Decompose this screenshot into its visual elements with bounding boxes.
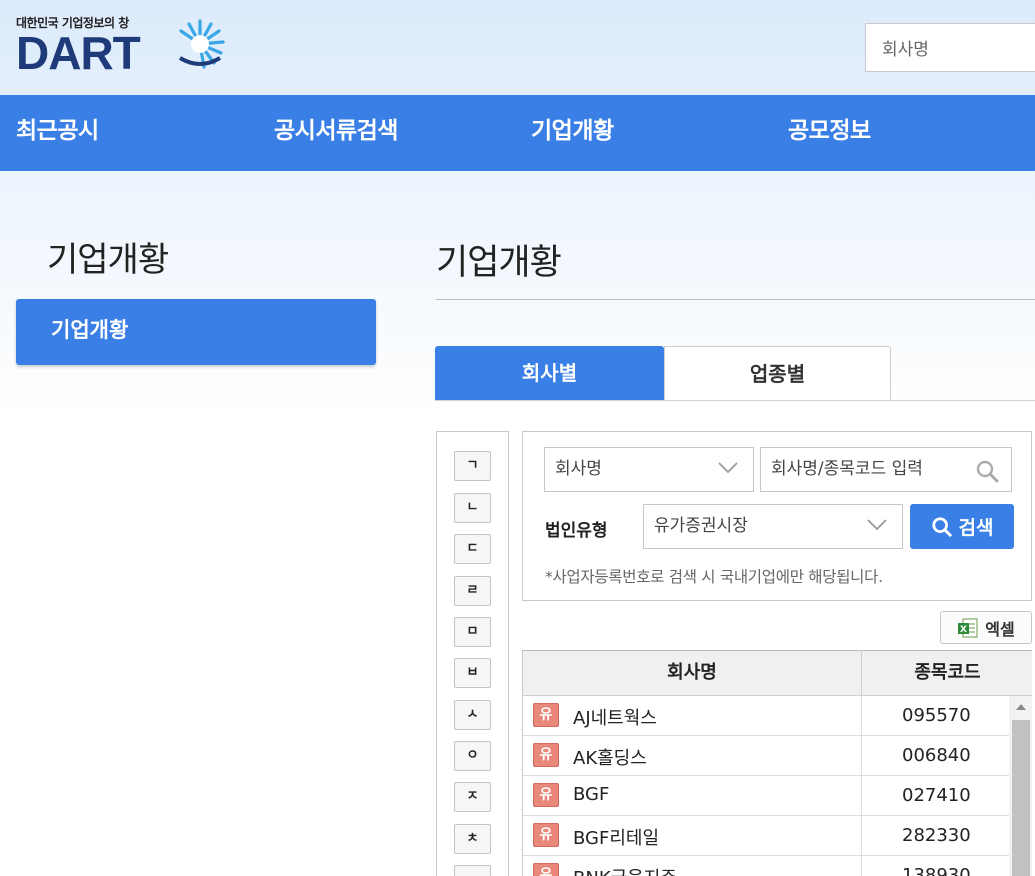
search-panel: 회사명 회사명/종목코드 입력 법인유형 유가증권시장 검색 *사업자등록번호로… — [522, 431, 1032, 601]
consonant-button[interactable]: ㅊ — [454, 824, 491, 854]
tab-by-company[interactable]: 회사별 — [435, 346, 664, 401]
nav-item-recent-disclosures[interactable]: 최근공시 — [16, 95, 99, 171]
consonant-button[interactable]: ㅇ — [454, 741, 491, 771]
name-cell: 유 BGF — [523, 776, 862, 816]
sidebar-item-company-overview[interactable]: 기업개황 — [16, 299, 376, 365]
scroll-thumb[interactable] — [1012, 720, 1030, 876]
nav-item-document-search[interactable]: 공시서류검색 — [274, 95, 398, 171]
company-search-placeholder: 회사명/종목코드 입력 — [771, 459, 923, 479]
table-row[interactable]: 유 BGF 027410 — [523, 776, 1009, 816]
market-badge: 유 — [533, 743, 559, 767]
market-badge: 유 — [533, 703, 559, 727]
scroll-up-arrow-icon[interactable] — [1016, 704, 1026, 710]
consonant-index: ㄱ ㄴ ㄷ ㄹ ㅁ ㅂ ㅅ ㅇ ㅈ ㅊ — [436, 431, 509, 876]
company-search-input[interactable]: 회사명/종목코드 입력 — [760, 447, 1012, 492]
dart-logo[interactable]: 대한민국 기업정보의 창 DART — [16, 14, 231, 78]
chevron-down-icon — [867, 519, 887, 531]
company-name-link[interactable]: AK홀딩스 — [573, 744, 647, 770]
consonant-button[interactable]: ㄹ — [454, 576, 491, 606]
market-badge: 유 — [533, 783, 559, 807]
stock-code: 282330 — [902, 825, 971, 846]
table-row[interactable]: 유 AJ네트웍스 095570 — [523, 696, 1009, 736]
chevron-down-icon — [718, 462, 738, 474]
consonant-button[interactable]: ㄴ — [454, 493, 491, 523]
name-cell: 유 AJ네트웍스 — [523, 696, 862, 736]
market-badge: 유 — [533, 863, 559, 876]
name-cell: 유 BNK금융지주 — [523, 856, 862, 876]
header-search-placeholder: 회사명 — [882, 40, 929, 60]
search-button[interactable]: 검색 — [910, 504, 1014, 549]
nav-item-offering-info[interactable]: 공모정보 — [788, 95, 871, 171]
excel-label: 엑셀 — [985, 619, 1015, 639]
page-title: 기업개황 — [436, 243, 562, 283]
corp-type-label: 법인유형 — [545, 521, 608, 541]
table-row[interactable]: 유 BNK금융지주 138930 — [523, 856, 1009, 876]
company-table: 회사명 종목코드 유 AJ네트웍스 095570 유 AK홀딩스 006840 … — [522, 650, 1032, 876]
company-name-link[interactable]: BNK금융지주 — [573, 864, 677, 876]
tab-divider — [435, 400, 1035, 401]
stock-code: 006840 — [902, 745, 971, 766]
table-scrollbar[interactable] — [1009, 696, 1032, 876]
consonant-button[interactable]: ㅂ — [454, 658, 491, 688]
search-field-select[interactable]: 회사명 — [544, 447, 754, 492]
market-badge: 유 — [533, 823, 559, 847]
company-name-link[interactable]: BGF — [573, 784, 609, 805]
consonant-button[interactable]: ㅈ — [454, 782, 491, 812]
consonant-button[interactable]: ㅅ — [454, 700, 491, 730]
stock-code: 138930 — [902, 865, 971, 876]
column-header-company-name[interactable]: 회사명 — [523, 650, 862, 696]
logo-wordmark: DART — [16, 27, 141, 79]
company-name-link[interactable]: AJ네트웍스 — [573, 704, 657, 730]
main-nav: 최근공시 공시서류검색 기업개황 공모정보 — [0, 95, 1035, 171]
search-note: *사업자등록번호로 검색 시 국내기업에만 해당됩니다. — [545, 568, 883, 586]
stock-code: 027410 — [902, 785, 971, 806]
logo-sun-icon — [178, 19, 225, 69]
consonant-button[interactable]: ㄷ — [454, 534, 491, 564]
search-button-label: 검색 — [958, 517, 994, 539]
excel-icon: X — [958, 618, 978, 637]
name-cell: 유 BGF리테일 — [523, 816, 862, 856]
company-name-link[interactable]: BGF리테일 — [573, 824, 659, 850]
header: 대한민국 기업정보의 창 DART 회사명 — [0, 0, 1035, 95]
tab-by-industry[interactable]: 업종별 — [664, 346, 891, 401]
search-field-select-value: 회사명 — [555, 459, 602, 479]
corp-type-select[interactable]: 유가증권시장 — [643, 504, 903, 549]
title-divider — [436, 299, 1035, 300]
stock-code: 095570 — [902, 705, 971, 726]
excel-download-button[interactable]: X 엑셀 — [940, 611, 1032, 644]
nav-item-company-overview[interactable]: 기업개황 — [531, 95, 614, 171]
consonant-button[interactable]: ㄱ — [454, 451, 491, 481]
search-icon[interactable] — [975, 459, 999, 483]
consonant-button-partial[interactable] — [454, 865, 491, 876]
column-header-stock-code[interactable]: 종목코드 — [862, 650, 1032, 696]
name-cell: 유 AK홀딩스 — [523, 736, 862, 776]
consonant-button[interactable]: ㅁ — [454, 617, 491, 647]
header-search-input[interactable]: 회사명 — [865, 23, 1035, 72]
table-row[interactable]: 유 AK홀딩스 006840 — [523, 736, 1009, 776]
table-row[interactable]: 유 BGF리테일 282330 — [523, 816, 1009, 856]
sidebar-title: 기업개황 — [47, 240, 169, 280]
svg-text:X: X — [960, 625, 967, 635]
corp-type-select-value: 유가증권시장 — [654, 516, 748, 536]
search-icon — [931, 516, 952, 537]
